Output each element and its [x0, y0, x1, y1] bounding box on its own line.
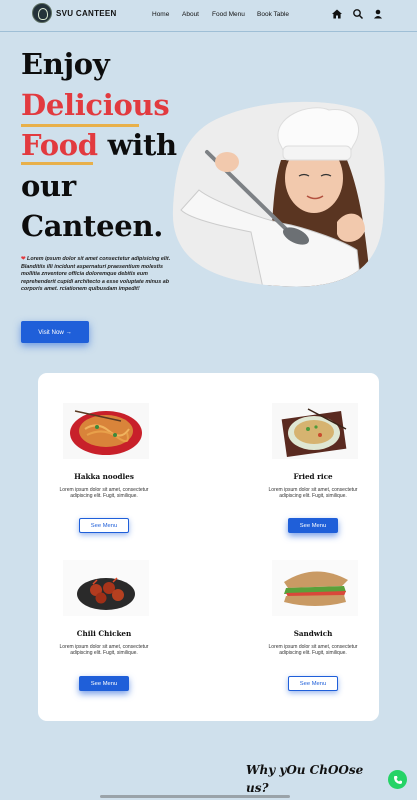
food-name: Sandwich	[293, 629, 333, 638]
logo-icon[interactable]	[32, 3, 52, 23]
nav-link-home[interactable]: Home	[152, 11, 169, 18]
see-menu-button[interactable]: See Menu	[288, 676, 338, 691]
food-description: Lorem ipsum dolor sit amet, consectetur …	[268, 644, 358, 657]
user-icon[interactable]	[372, 8, 384, 20]
see-menu-button[interactable]: See Menu	[79, 518, 129, 533]
scroll-indicator	[100, 795, 290, 798]
food-name: Hakka noodles	[74, 472, 134, 481]
see-menu-button[interactable]: See Menu	[79, 676, 129, 691]
visit-now-button[interactable]: Visit Now →	[21, 321, 89, 343]
food-name: Fried rice	[293, 472, 333, 481]
see-menu-button[interactable]: See Menu	[288, 518, 338, 533]
phone-icon	[393, 775, 402, 784]
food-description: Lorem ipsum dolor sit amet, consectetur …	[268, 487, 358, 500]
search-icon[interactable]	[352, 8, 364, 20]
top-navbar: SVU CANTEEN Home About Food Menu Book Ta…	[0, 0, 417, 32]
heading-underline	[21, 162, 93, 165]
heading-underline	[21, 124, 139, 127]
chef-girl-image	[172, 101, 385, 287]
heart-icon: ❤	[21, 256, 26, 262]
nav-link-book-table[interactable]: Book Table	[257, 11, 289, 18]
food-description: Lorem ipsum dolor sit amet, consectetur …	[59, 487, 149, 500]
hakka-noodles-image	[63, 403, 149, 459]
brand-name[interactable]: SVU CANTEEN	[56, 9, 117, 18]
sandwich-image	[272, 560, 358, 616]
whatsapp-icon[interactable]	[388, 770, 407, 789]
food-description: Lorem ipsum dolor sit amet, consectetur …	[59, 644, 149, 657]
nav-link-about[interactable]: About	[182, 11, 199, 18]
hero-heading: Enjoy Delicious Food with our Canteen.	[21, 47, 177, 243]
nav-link-food-menu[interactable]: Food Menu	[212, 11, 245, 18]
hero-description: ❤ Lorem ipsum dolor sit amet consectetur…	[21, 256, 171, 292]
fried-rice-image	[272, 403, 358, 459]
why-choose-us-heading: Why yOu ChOOse us?	[246, 763, 364, 795]
chili-chicken-image	[63, 560, 149, 616]
home-icon[interactable]	[331, 8, 343, 20]
food-name: Chili Chicken	[76, 629, 132, 638]
